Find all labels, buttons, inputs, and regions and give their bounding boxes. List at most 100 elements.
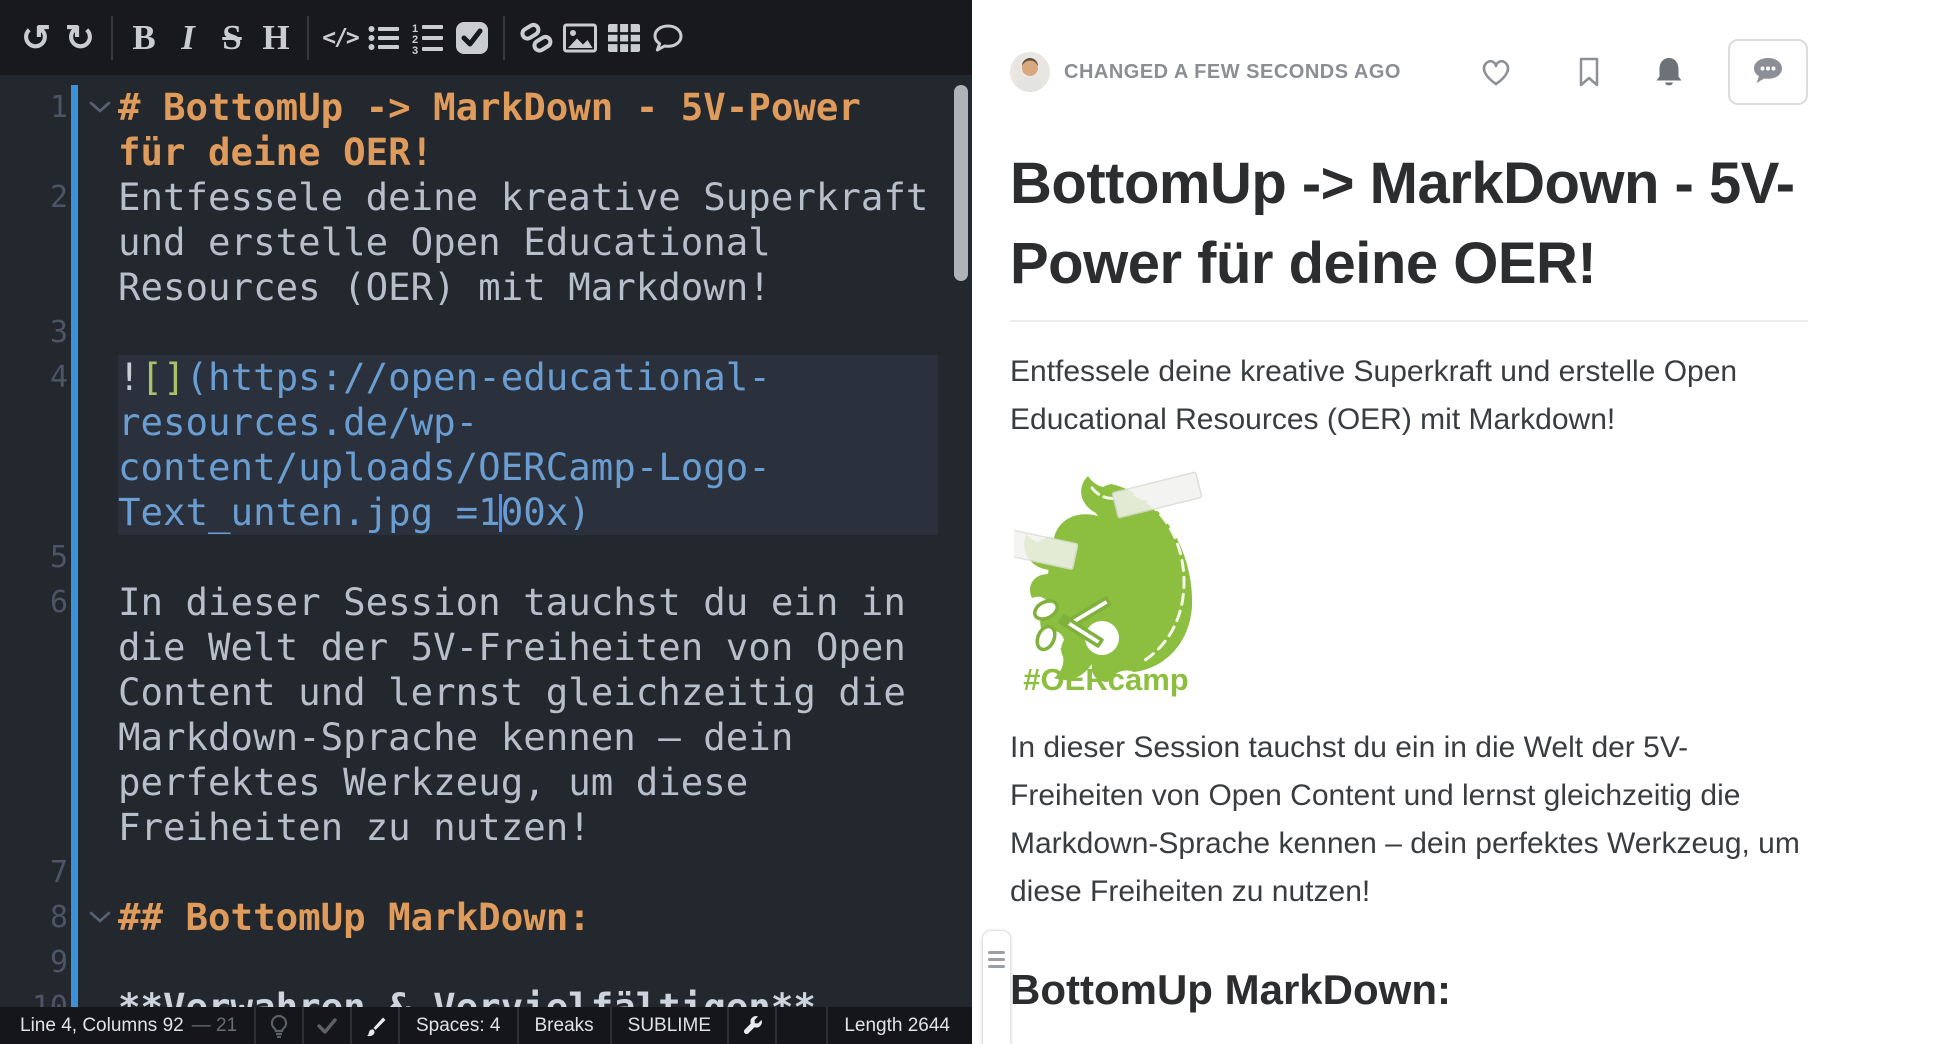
insert-image-button[interactable]	[558, 11, 602, 65]
wrench-icon	[741, 1015, 763, 1037]
lightbulb-icon	[268, 1014, 290, 1038]
change-indicator-bar	[71, 940, 78, 985]
editor-line[interactable]: 1 # BottomUp -> MarkDown - 5V-Power für d…	[0, 85, 972, 175]
check-list-icon	[454, 20, 490, 56]
editor-line[interactable]: 2 Entfessele deine kreative Superkraft un…	[0, 175, 972, 310]
cursor-position-text: Line 4, Columns 92	[20, 1015, 184, 1037]
change-indicator-bar	[71, 355, 78, 535]
code-token: (https://open-educational-resources.de/w…	[118, 355, 771, 534]
heading-button[interactable]: H	[254, 11, 298, 65]
insert-table-button[interactable]	[602, 11, 646, 65]
strikethrough-button[interactable]: S	[210, 11, 254, 65]
editor-line[interactable]: 4![](https://open-educational-resources.…	[0, 355, 972, 535]
linebreak-setting[interactable]: Breaks	[519, 1007, 612, 1044]
editor-line[interactable]: 10**Verwahren & Vervielfältigen**	[0, 985, 972, 1007]
bullet-list-button[interactable]	[362, 11, 406, 65]
paintbrush-icon	[364, 1015, 386, 1037]
svg-text:3: 3	[412, 45, 418, 55]
bookmark-button[interactable]	[1572, 56, 1606, 89]
comment-icon	[651, 23, 685, 53]
link-icon	[518, 21, 554, 55]
line-text: **Verwahren & Vervielfältigen**	[118, 985, 938, 1007]
hackmd-app: ↺ ↻ B I S H </> 123	[0, 0, 1938, 1044]
toolbar-separator	[503, 16, 505, 60]
preview-section-heading: BottomUp MarkDown:	[1010, 962, 1808, 1044]
editor-statusbar: Line 4, Columns 92 — 21 Spaces: 4 Breaks…	[0, 1007, 972, 1044]
change-indicator-bar	[71, 580, 78, 850]
notifications-bell-button[interactable]	[1652, 55, 1686, 89]
line-gutter: 10	[0, 985, 118, 1007]
pane-resize-handle[interactable]	[982, 930, 1011, 1044]
editor-pane: ↺ ↻ B I S H </> 123	[0, 0, 972, 1044]
line-gutter: 1	[0, 85, 118, 175]
keymap-setting[interactable]: SUBLIME	[612, 1007, 729, 1044]
line-text	[118, 310, 938, 355]
italic-button[interactable]: I	[166, 11, 210, 65]
line-number: 5	[50, 540, 68, 575]
oercamp-flame-logo: #OERcamp	[1014, 472, 1202, 697]
redo-button[interactable]: ↻	[58, 11, 102, 65]
line-text: ![](https://open-educational-resources.d…	[118, 355, 938, 535]
cursor-position: Line 4, Columns 92 — 21	[0, 1007, 256, 1044]
code-token: !	[118, 355, 141, 399]
preview-title: BottomUp -> MarkDown - 5V-Power für dein…	[1010, 144, 1808, 322]
table-icon	[607, 23, 641, 53]
line-number: 3	[50, 315, 68, 350]
toolbar-separator	[111, 16, 113, 60]
preferences-button[interactable]	[729, 1007, 777, 1044]
change-indicator-bar	[71, 850, 78, 895]
editor-line[interactable]: 3	[0, 310, 972, 355]
line-number: 7	[50, 855, 68, 890]
ordered-list-button[interactable]: 123	[406, 11, 450, 65]
bold-button[interactable]: B	[122, 11, 166, 65]
comment-button-toolbar[interactable]	[646, 11, 690, 65]
check-list-button[interactable]	[450, 11, 494, 65]
night-mode-toggle[interactable]	[256, 1007, 304, 1044]
theme-brush-toggle[interactable]	[352, 1007, 400, 1044]
undo-button[interactable]: ↺	[14, 11, 58, 65]
change-indicator-bar	[71, 85, 78, 175]
bullet-list-icon	[367, 22, 401, 54]
comments-panel-button[interactable]	[1728, 39, 1808, 105]
code-token: []	[141, 355, 186, 399]
line-text: In dieser Session tauchst du ein in die …	[118, 580, 938, 850]
user-avatar[interactable]	[1010, 52, 1050, 92]
code-button[interactable]: </>	[318, 11, 362, 65]
preview-pane[interactable]: CHANGED A FEW SECONDS AGO BottomUp -> Ma…	[972, 0, 1938, 1044]
editor-lines: 1 # BottomUp -> MarkDown - 5V-Power für d…	[0, 85, 972, 1007]
preview-content: CHANGED A FEW SECONDS AGO BottomUp -> Ma…	[972, 40, 1938, 1044]
line-gutter: 4	[0, 355, 118, 535]
preview-body-paragraph: In dieser Session tauchst du ein in die …	[1010, 724, 1808, 916]
editor-line[interactable]: 8 ## BottomUp MarkDown:	[0, 895, 972, 940]
editor-line[interactable]: 6In dieser Session tauchst du ein in die…	[0, 580, 972, 850]
line-number: 8	[50, 900, 68, 935]
code-token: 00x)	[501, 490, 591, 534]
indent-setting[interactable]: Spaces: 4	[400, 1007, 519, 1044]
editor-line[interactable]: 5	[0, 535, 972, 580]
favorite-heart-button[interactable]	[1478, 56, 1514, 88]
spellcheck-toggle[interactable]	[304, 1007, 352, 1044]
editor-toolbar: ↺ ↻ B I S H </> 123	[0, 0, 972, 75]
line-text: Entfessele deine kreative Superkraft und…	[118, 175, 938, 310]
markdown-editor[interactable]: 1 # BottomUp -> MarkDown - 5V-Power für d…	[0, 75, 972, 1007]
code-token: **Verwahren & Vervielfältigen**	[118, 985, 816, 1007]
line-gutter: 3	[0, 310, 118, 355]
code-token: Entfessele deine kreative Superkraft und…	[118, 175, 951, 309]
grip-lines-icon	[988, 951, 1005, 968]
insert-link-button[interactable]	[514, 11, 558, 65]
code-token: # BottomUp -> MarkDown - 5V-Power für de…	[118, 85, 883, 174]
line-gutter: 5	[0, 535, 118, 580]
line-text	[118, 940, 938, 985]
ordered-list-icon: 123	[411, 21, 445, 55]
line-text: ## BottomUp MarkDown:	[118, 895, 938, 940]
fold-chevron-icon[interactable]	[88, 100, 112, 116]
last-changed-status: CHANGED A FEW SECONDS AGO	[1064, 61, 1401, 84]
toolbar-separator	[307, 16, 309, 60]
line-number: 2	[50, 180, 68, 215]
editor-scrollbar[interactable]	[954, 85, 968, 281]
change-indicator-bar	[71, 310, 78, 355]
line-number: 1	[50, 90, 68, 125]
editor-line[interactable]: 9	[0, 940, 972, 985]
fold-chevron-icon[interactable]	[88, 910, 112, 926]
editor-line[interactable]: 7	[0, 850, 972, 895]
